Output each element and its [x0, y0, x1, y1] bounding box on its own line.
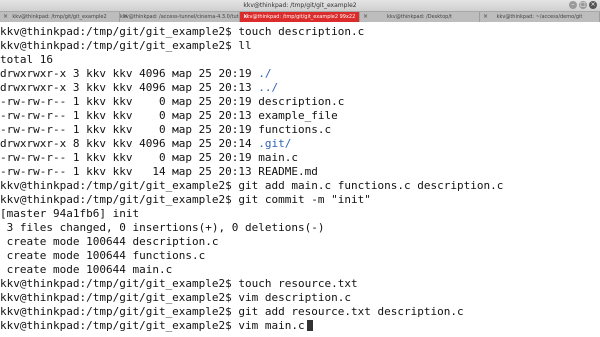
terminal-line-text: drwxrwxr-x 8 kkv kkv 4096 мар 25 20:14 [0, 137, 259, 150]
terminal-tab[interactable]: × kkv@thinkpad: /Desktop/t [360, 12, 480, 22]
window-title: kkv@thinkpad: /tmp/git/git_example2 [243, 2, 357, 9]
tab-label: kkv@thinkpad: /access-tunnel/cinema-4.3.… [120, 14, 240, 20]
terminal-line-text: kkv@thinkpad:/tmp/git/git_example2$ git … [0, 193, 371, 206]
terminal-line: -rw-rw-r-- 1 kkv kkv 0 мар 25 20:19 main… [0, 151, 298, 165]
terminal-line: kkv@thinkpad:/tmp/git/git_example2$ touc… [0, 277, 358, 291]
tab-close-icon[interactable]: × [243, 12, 248, 22]
tab-close-icon[interactable]: × [363, 12, 368, 22]
minimize-icon[interactable]: – [569, 1, 577, 9]
terminal-tab[interactable]: × kkv@thinkpad: ~/access/demo/git [480, 12, 600, 22]
terminal-line: kkv@thinkpad:/tmp/git/git_example2$ git … [0, 179, 503, 193]
terminal-line-text: [master 94a1fb6] init [0, 207, 140, 220]
terminal-tab[interactable]: × kkv@thinkpad: /tmp/git/git_example2 99x… [240, 12, 360, 22]
close-icon[interactable]: × [589, 1, 597, 9]
maximize-icon[interactable]: □ [579, 1, 587, 9]
tab-label: kkv@thinkpad: ~/access/demo/git [496, 14, 583, 20]
terminal-line: total 16 [0, 53, 53, 67]
terminal-line: kkv@thinkpad:/tmp/git/git_example2$ touc… [0, 25, 364, 39]
terminal-line-text: create mode 100644 main.c [0, 263, 173, 276]
terminal-line: -rw-rw-r-- 1 kkv kkv 0 мар 25 20:13 exam… [0, 109, 338, 123]
tab-label: kkv@thinkpad: /Desktop/t [387, 14, 452, 20]
window-titlebar[interactable]: kkv@thinkpad: /tmp/git/git_example2 – □ … [0, 0, 600, 12]
terminal-line-text: create mode 100644 functions.c [0, 249, 206, 262]
terminal-tab[interactable]: × kkv@thinkpad: /tmp/git/git_example2 [0, 12, 120, 22]
terminal-line-text: kkv@thinkpad:/tmp/git/git_example2$ touc… [0, 25, 365, 38]
terminal-line-text: kkv@thinkpad:/tmp/git/git_example2$ touc… [0, 277, 358, 290]
terminal-line-text: drwxrwxr-x 3 kkv kkv 4096 мар 25 20:19 [0, 67, 259, 80]
terminal-line: drwxrwxr-x 3 kkv kkv 4096 мар 25 20:13 .… [0, 81, 278, 95]
text-cursor [306, 320, 313, 331]
terminal-line-text: kkv@thinkpad:/tmp/git/git_example2$ ll [0, 39, 252, 52]
terminal-line-text: kkv@thinkpad:/tmp/git/git_example2$ git … [0, 305, 464, 318]
terminal-output[interactable]: kkv@thinkpad:/tmp/git/git_example2$ touc… [0, 25, 600, 337]
terminal-line: -rw-rw-r-- 1 kkv kkv 0 мар 25 20:19 desc… [0, 95, 344, 109]
terminal-line: 3 files changed, 0 insertions(+), 0 dele… [0, 221, 325, 235]
terminal-line: drwxrwxr-x 3 kkv kkv 4096 мар 25 20:19 .… [0, 67, 272, 81]
terminal-line-text: -rw-rw-r-- 1 kkv kkv 0 мар 25 20:13 exam… [0, 109, 338, 122]
tab-close-icon[interactable]: × [123, 12, 128, 22]
terminal-line-text: kkv@thinkpad:/tmp/git/git_example2$ git … [0, 179, 504, 192]
terminal-line: -rw-rw-r-- 1 kkv kkv 14 мар 25 20:13 REA… [0, 165, 318, 179]
terminal-line: create mode 100644 main.c [0, 263, 173, 277]
terminal-line: kkv@thinkpad:/tmp/git/git_example2$ git … [0, 305, 464, 319]
tab-label: kkv@thinkpad: /tmp/git/git_example2 [12, 14, 107, 20]
terminal-line: kkv@thinkpad:/tmp/git/git_example2$ vim … [0, 291, 351, 305]
terminal-line-text: -rw-rw-r-- 1 kkv kkv 0 мар 25 20:19 func… [0, 123, 332, 136]
directory-name: ./ [258, 67, 272, 80]
terminal-line: create mode 100644 description.c [0, 235, 219, 249]
terminal-line-text: drwxrwxr-x 3 kkv kkv 4096 мар 25 20:13 [0, 81, 259, 94]
terminal-line: -rw-rw-r-- 1 kkv kkv 0 мар 25 20:19 func… [0, 123, 331, 137]
terminal-tab-bar: × kkv@thinkpad: /tmp/git/git_example2 × kkv… [0, 12, 600, 22]
terminal-line-text: kkv@thinkpad:/tmp/git/git_example2$ vim … [0, 319, 305, 332]
directory-name: .git/ [258, 137, 292, 150]
terminal-line-text: kkv@thinkpad:/tmp/git/git_example2$ vim … [0, 291, 351, 304]
tab-close-icon[interactable]: × [483, 12, 488, 22]
tab-close-icon[interactable]: × [3, 12, 8, 22]
terminal-line: kkv@thinkpad:/tmp/git/git_example2$ ll [0, 39, 252, 53]
terminal-line: kkv@thinkpad:/tmp/git/git_example2$ git … [0, 193, 371, 207]
terminal-line-text: 3 files changed, 0 insertions(+), 0 dele… [0, 221, 325, 234]
terminal-line-text: -rw-rw-r-- 1 kkv kkv 14 мар 25 20:13 REA… [0, 165, 318, 178]
terminal-line-text: total 16 [0, 53, 53, 66]
terminal-line: kkv@thinkpad:/tmp/git/git_example2$ vim … [0, 319, 313, 333]
terminal-line-text: -rw-rw-r-- 1 kkv kkv 0 мар 25 20:19 main… [0, 151, 299, 164]
terminal-line: create mode 100644 functions.c [0, 249, 206, 263]
terminal-line-text: create mode 100644 description.c [0, 235, 219, 248]
terminal-line: [master 94a1fb6] init [0, 207, 139, 221]
tab-label: kkv@thinkpad: /tmp/git/git_example2 99x2… [243, 14, 356, 20]
terminal-line-text: -rw-rw-r-- 1 kkv kkv 0 мар 25 20:19 desc… [0, 95, 345, 108]
terminal-line: drwxrwxr-x 8 kkv kkv 4096 мар 25 20:14 .… [0, 137, 291, 151]
terminal-tab[interactable]: × kkv@thinkpad: /access-tunnel/cinema-4.3… [120, 12, 240, 22]
directory-name: ../ [258, 81, 279, 94]
window-controls: – □ × [569, 1, 597, 9]
